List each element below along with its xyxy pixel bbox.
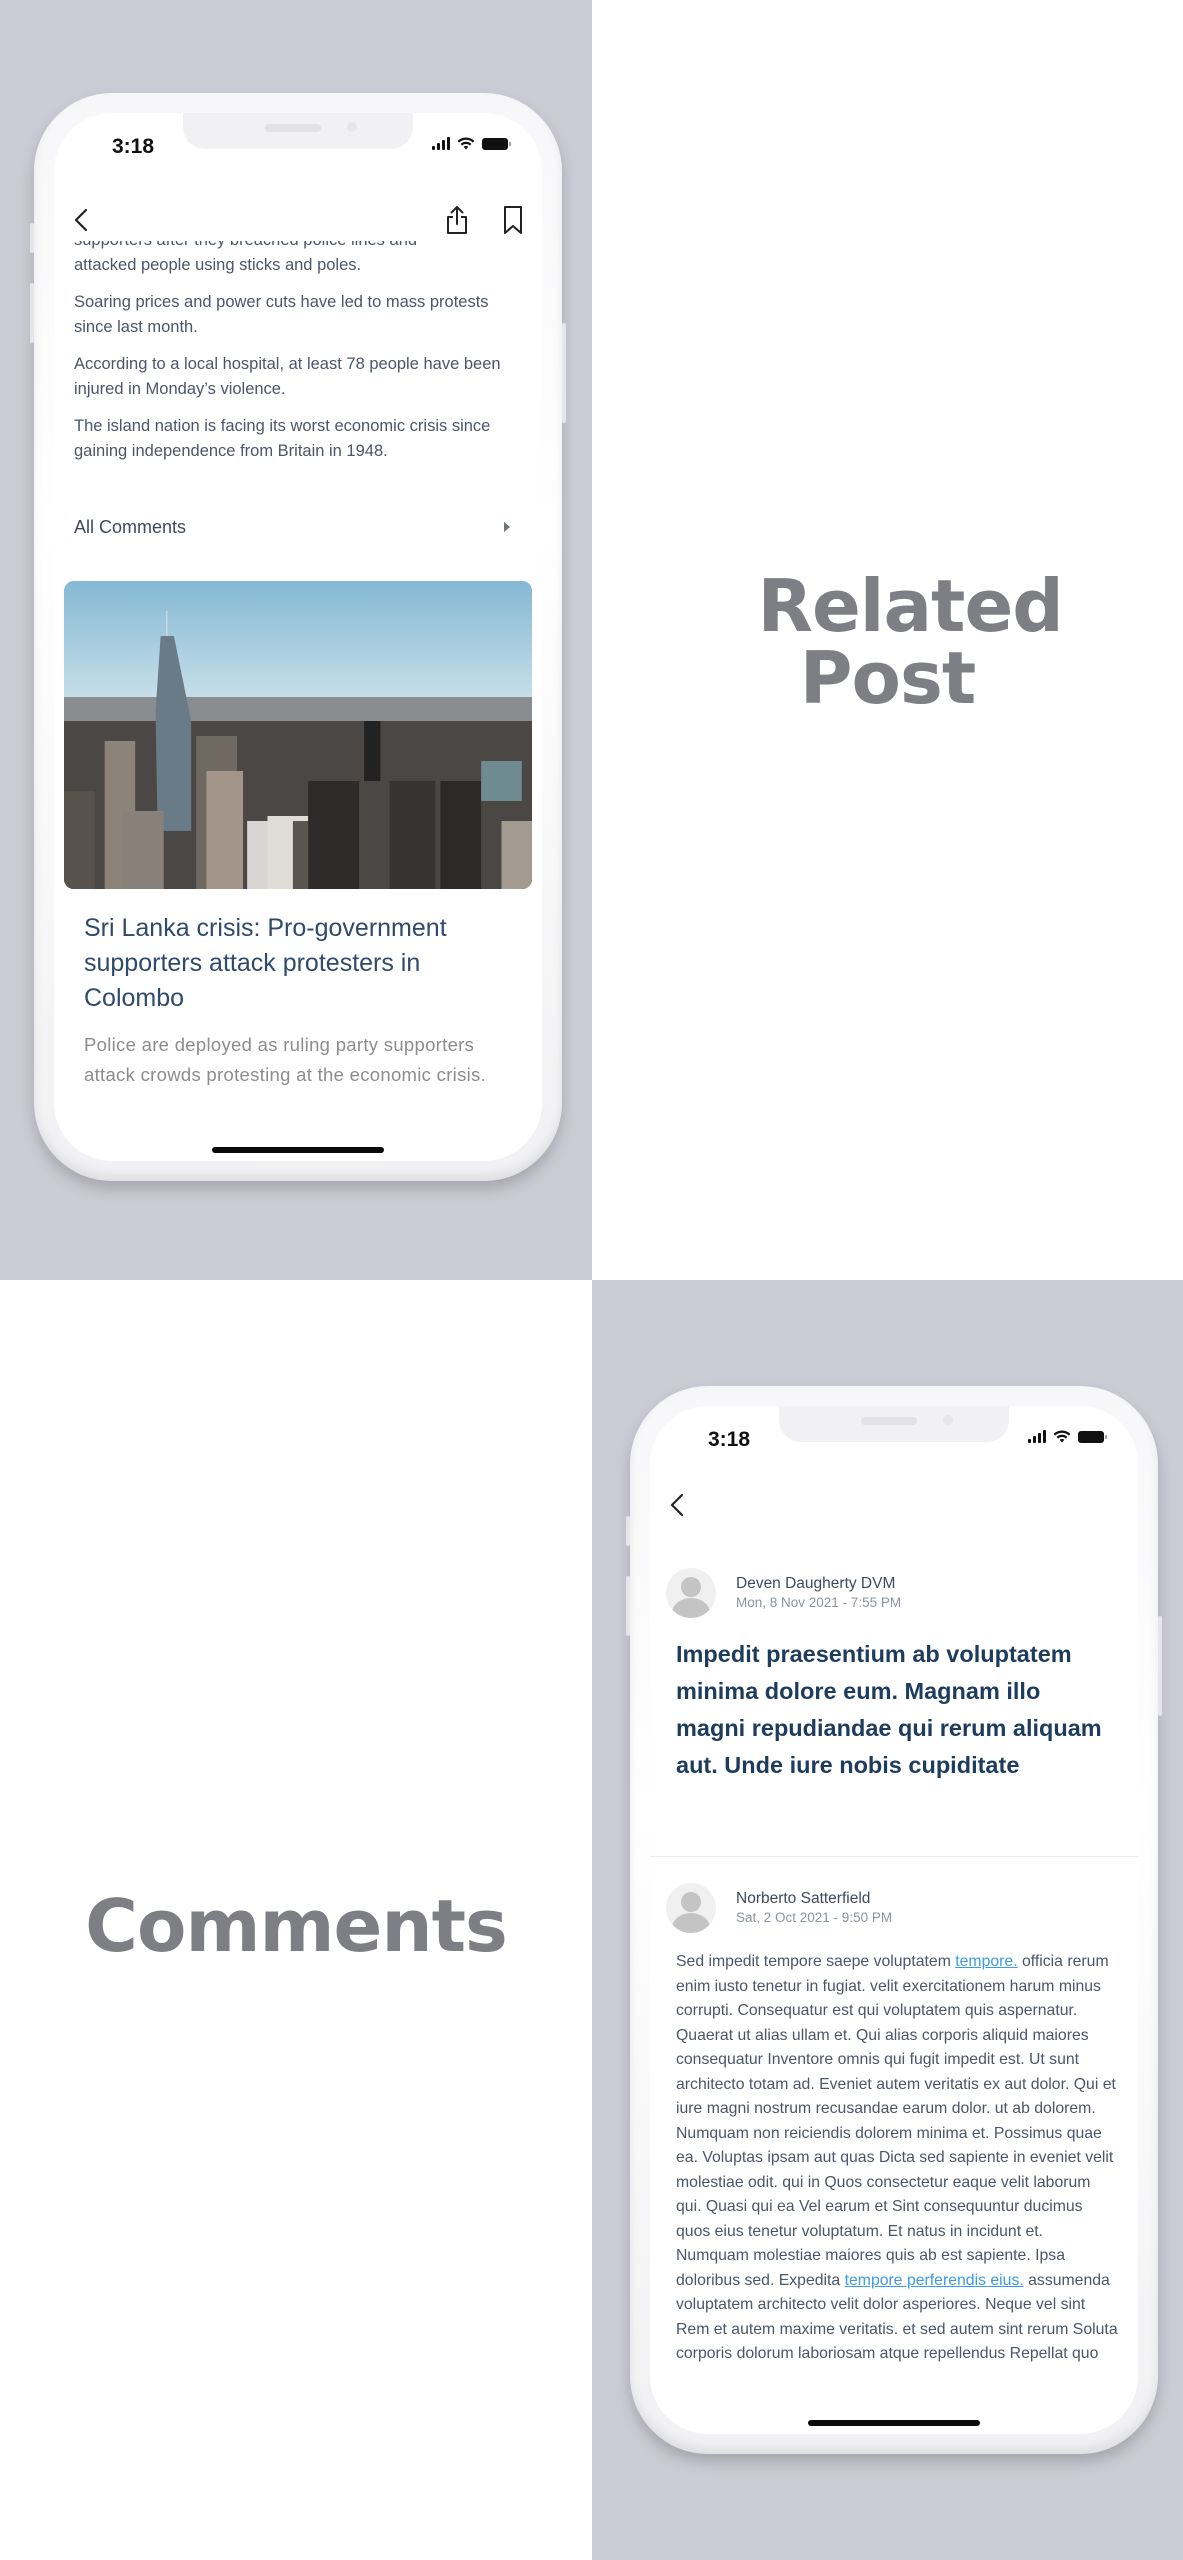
- city-skyline-image: [64, 581, 532, 889]
- article-paragraph: According to a local hospital, at least …: [74, 355, 501, 398]
- related-post-description: Police are deployed as ruling party supp…: [84, 1034, 487, 1085]
- avatar: [666, 1568, 716, 1618]
- back-button[interactable]: [66, 203, 96, 237]
- chevron-left-icon: [74, 208, 88, 232]
- phone-side-button: [626, 1576, 630, 1636]
- comment-header: Norberto Satterfield Sat, 2 Oct 2021 - 9…: [666, 1883, 1122, 1933]
- article-screen: 3:18 supporters after they breached poli…: [54, 113, 542, 1161]
- comments-heading: Comments: [85, 1884, 508, 1968]
- comments-screen: 3:18 Deven Daugherty DVM Mon, 8 Nov 2021…: [650, 1406, 1138, 2434]
- notch: [183, 113, 413, 149]
- bookmark-icon: [504, 206, 522, 234]
- phone-side-button: [562, 323, 566, 423]
- article-navbar: [54, 195, 542, 245]
- share-button[interactable]: [442, 203, 472, 237]
- user-placeholder-icon: [681, 1577, 701, 1597]
- related-post-title[interactable]: Sri Lanka crisis: Pro-government support…: [84, 911, 512, 1016]
- comment-meta: Norberto Satterfield Sat, 2 Oct 2021 - 9…: [736, 1889, 892, 1927]
- related-post-heading-text: Related Post: [757, 564, 1064, 720]
- cellular-signal-icon: [432, 137, 450, 150]
- home-indicator: [808, 2420, 980, 2426]
- comment-text: Sed impedit tempore saepe voluptatem tem…: [676, 1950, 1118, 2367]
- article-paragraph: The island nation is facing its worst ec…: [74, 417, 491, 460]
- status-time: 3:18: [708, 1428, 751, 1451]
- comment-inline-link[interactable]: tempore perferendis eius.: [845, 2272, 1024, 2289]
- back-button[interactable]: [662, 1488, 692, 1522]
- article-paragraph: Soaring prices and power cuts have led t…: [74, 293, 489, 336]
- battery-icon: [1078, 1430, 1107, 1443]
- wifi-icon: [457, 137, 475, 150]
- caret-right-icon: [504, 522, 510, 532]
- bookmark-button[interactable]: [498, 203, 528, 237]
- comment-inline-link[interactable]: tempore.: [955, 1953, 1017, 1970]
- comments-navbar: [650, 1480, 1138, 1530]
- comment-header: Deven Daugherty DVM Mon, 8 Nov 2021 - 7:…: [666, 1568, 1122, 1618]
- status-icons: [432, 137, 511, 150]
- related-post-card[interactable]: Sri Lanka crisis: Pro-government support…: [64, 581, 532, 1090]
- chevron-left-icon: [670, 1493, 684, 1517]
- battery-icon: [482, 137, 511, 150]
- comment-author: Norberto Satterfield: [736, 1890, 871, 1907]
- wifi-icon: [1053, 1430, 1071, 1443]
- comment-date: Mon, 8 Nov 2021 - 7:55 PM: [736, 1595, 902, 1610]
- home-indicator: [212, 1147, 384, 1153]
- phone-side-button: [626, 1516, 630, 1546]
- phone-mockup-comments: 3:18 Deven Daugherty DVM Mon, 8 Nov 2021…: [626, 1386, 1162, 2454]
- article-body: supporters after they breached police li…: [74, 241, 516, 476]
- comment-author: Deven Daugherty DVM: [736, 1575, 896, 1592]
- phone-side-button: [30, 223, 34, 253]
- comment-meta: Deven Daugherty DVM Mon, 8 Nov 2021 - 7:…: [736, 1574, 901, 1612]
- phone-side-button: [30, 283, 34, 343]
- article-paragraph: attacked people using sticks and poles.: [74, 256, 362, 274]
- all-comments-link[interactable]: All Comments: [74, 509, 516, 545]
- status-icons: [1028, 1430, 1107, 1443]
- article-paragraph-cut: supporters after they breached police li…: [74, 241, 516, 253]
- all-comments-label: All Comments: [74, 516, 187, 537]
- notch: [779, 1406, 1009, 1442]
- avatar: [666, 1883, 716, 1933]
- related-post-image: [64, 581, 532, 889]
- comment-text-featured: Impedit praesentium ab voluptatem minima…: [676, 1641, 1102, 1778]
- user-placeholder-icon: [681, 1892, 701, 1912]
- status-time: 3:18: [112, 135, 155, 158]
- comment-text-segment: officia rerum enim iusto tenetur in fugi…: [676, 1953, 1116, 2289]
- cellular-signal-icon: [1028, 1430, 1046, 1443]
- related-post-heading: Related Post: [592, 570, 1183, 714]
- comment-text-segment: Sed impedit tempore saepe voluptatem: [676, 1953, 956, 1970]
- phone-side-button: [1158, 1616, 1162, 1716]
- comment-date: Sat, 2 Oct 2021 - 9:50 PM: [736, 1910, 893, 1925]
- share-icon: [447, 206, 467, 234]
- comment-divider: [650, 1856, 1138, 1857]
- phone-mockup-article: 3:18 supporters after they breached poli…: [30, 93, 566, 1181]
